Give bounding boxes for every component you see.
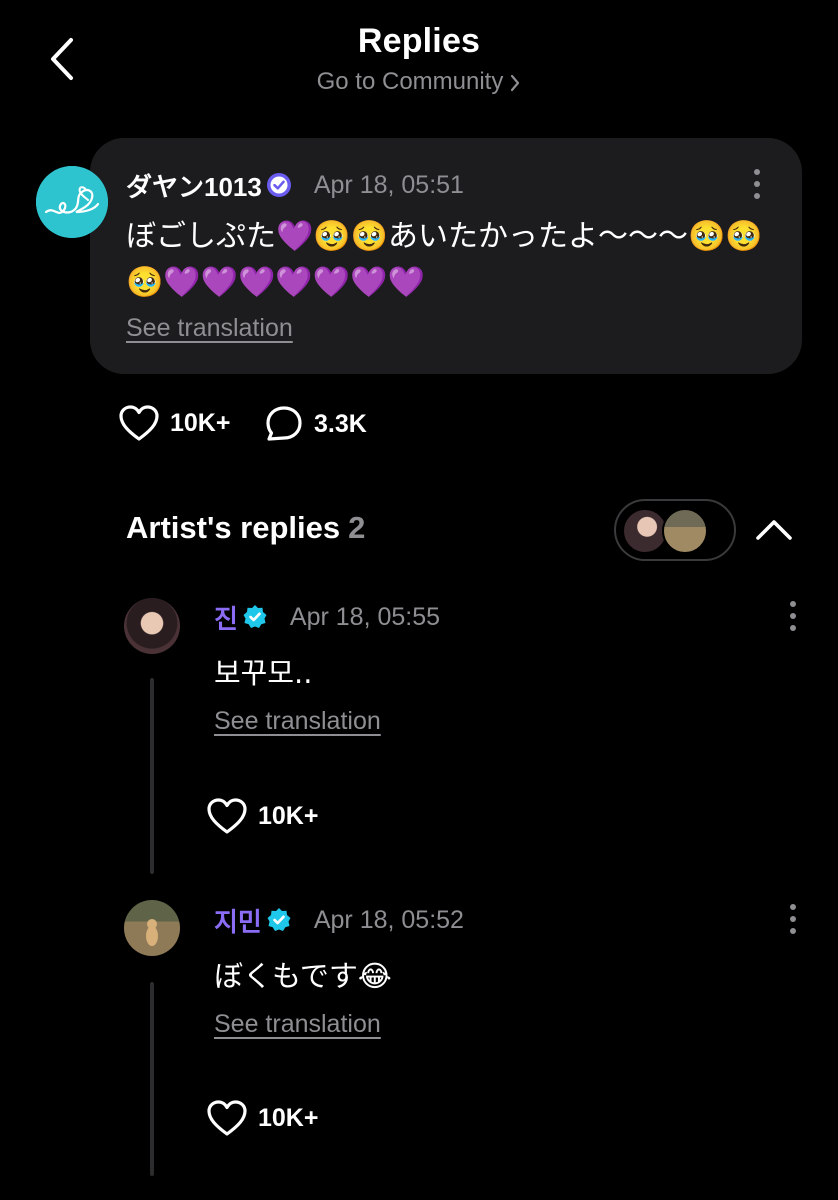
reply-author-name[interactable]: 지민 <box>214 902 262 939</box>
verified-badge-icon <box>243 605 267 628</box>
post-comment-button[interactable]: 3.3K <box>264 404 367 444</box>
more-vertical-icon <box>790 601 796 631</box>
page-title: Replies <box>357 22 481 60</box>
reply-timestamp: Apr 18, 05:55 <box>289 602 441 631</box>
reply-text: ぼくもです😂 <box>214 959 392 993</box>
artist-replies-heading: Artist's replies 2 <box>126 510 365 546</box>
post-like-button[interactable]: 10K+ <box>118 404 230 442</box>
chat-bubble-icon <box>266 406 302 441</box>
reply-header: 진 Apr 18, 05:55 <box>214 600 440 634</box>
post-text: ぼごしぷた💜🥹🥹あいたかったよ〜〜〜🥹🥹🥹💜💜💜💜💜💜💜 <box>126 219 763 300</box>
dog-photo-icon <box>146 919 158 946</box>
post-header: ダヤン1013 Apr 18, 05:51 <box>126 168 464 202</box>
post-author-name[interactable]: ダヤン1013 <box>126 167 262 204</box>
reply-author-name[interactable]: 진 <box>214 599 238 636</box>
more-vertical-icon <box>754 169 760 199</box>
thread-line <box>150 982 154 1176</box>
avatar[interactable] <box>36 166 108 238</box>
avatar[interactable] <box>124 598 180 654</box>
see-translation-link[interactable]: See translation <box>214 1010 381 1039</box>
reply-more-button[interactable] <box>778 901 808 937</box>
thread-line <box>150 678 154 874</box>
verified-badge-icon <box>266 173 291 197</box>
see-translation-link[interactable]: See translation <box>214 707 381 736</box>
chevron-up-icon <box>756 520 792 540</box>
more-vertical-icon <box>790 904 796 934</box>
reply-header: 지민 Apr 18, 05:52 <box>214 903 464 937</box>
reply-more-button[interactable] <box>778 598 808 634</box>
avatar <box>662 508 708 554</box>
heart-outline-icon <box>119 405 159 441</box>
reply-like-count: 10K+ <box>258 1103 319 1132</box>
go-to-community-label: Go to Community <box>316 68 504 95</box>
reply-text: 보꾸모.. <box>214 656 313 690</box>
collapse-replies-button[interactable] <box>752 512 796 548</box>
heart-outline-icon <box>207 798 247 834</box>
post-like-count: 10K+ <box>170 408 231 437</box>
chevron-right-icon <box>511 74 520 91</box>
post-comment-count: 3.3K <box>314 409 367 438</box>
reply-like-button[interactable]: 10K+ <box>206 1099 318 1137</box>
avatar[interactable] <box>124 900 180 956</box>
artist-avatars-stack[interactable] <box>614 499 736 561</box>
verified-badge-icon <box>267 908 291 931</box>
reply-like-button[interactable]: 10K+ <box>206 797 318 835</box>
reply-like-count: 10K+ <box>258 801 319 830</box>
artist-replies-count: 2 <box>348 510 366 545</box>
see-translation-link[interactable]: See translation <box>126 314 293 343</box>
artist-replies-title: Artist's replies <box>126 510 341 545</box>
reply-timestamp: Apr 18, 05:52 <box>313 905 464 934</box>
go-to-community-link[interactable]: Go to Community <box>0 68 838 96</box>
replies-screen: Replies Go to Community ダヤン1013 Apr 18, … <box>0 0 838 1200</box>
heart-doodle-avatar-icon <box>36 166 108 238</box>
heart-outline-icon <box>207 1100 247 1136</box>
post-more-button[interactable] <box>742 166 772 202</box>
post-timestamp: Apr 18, 05:51 <box>313 170 464 199</box>
